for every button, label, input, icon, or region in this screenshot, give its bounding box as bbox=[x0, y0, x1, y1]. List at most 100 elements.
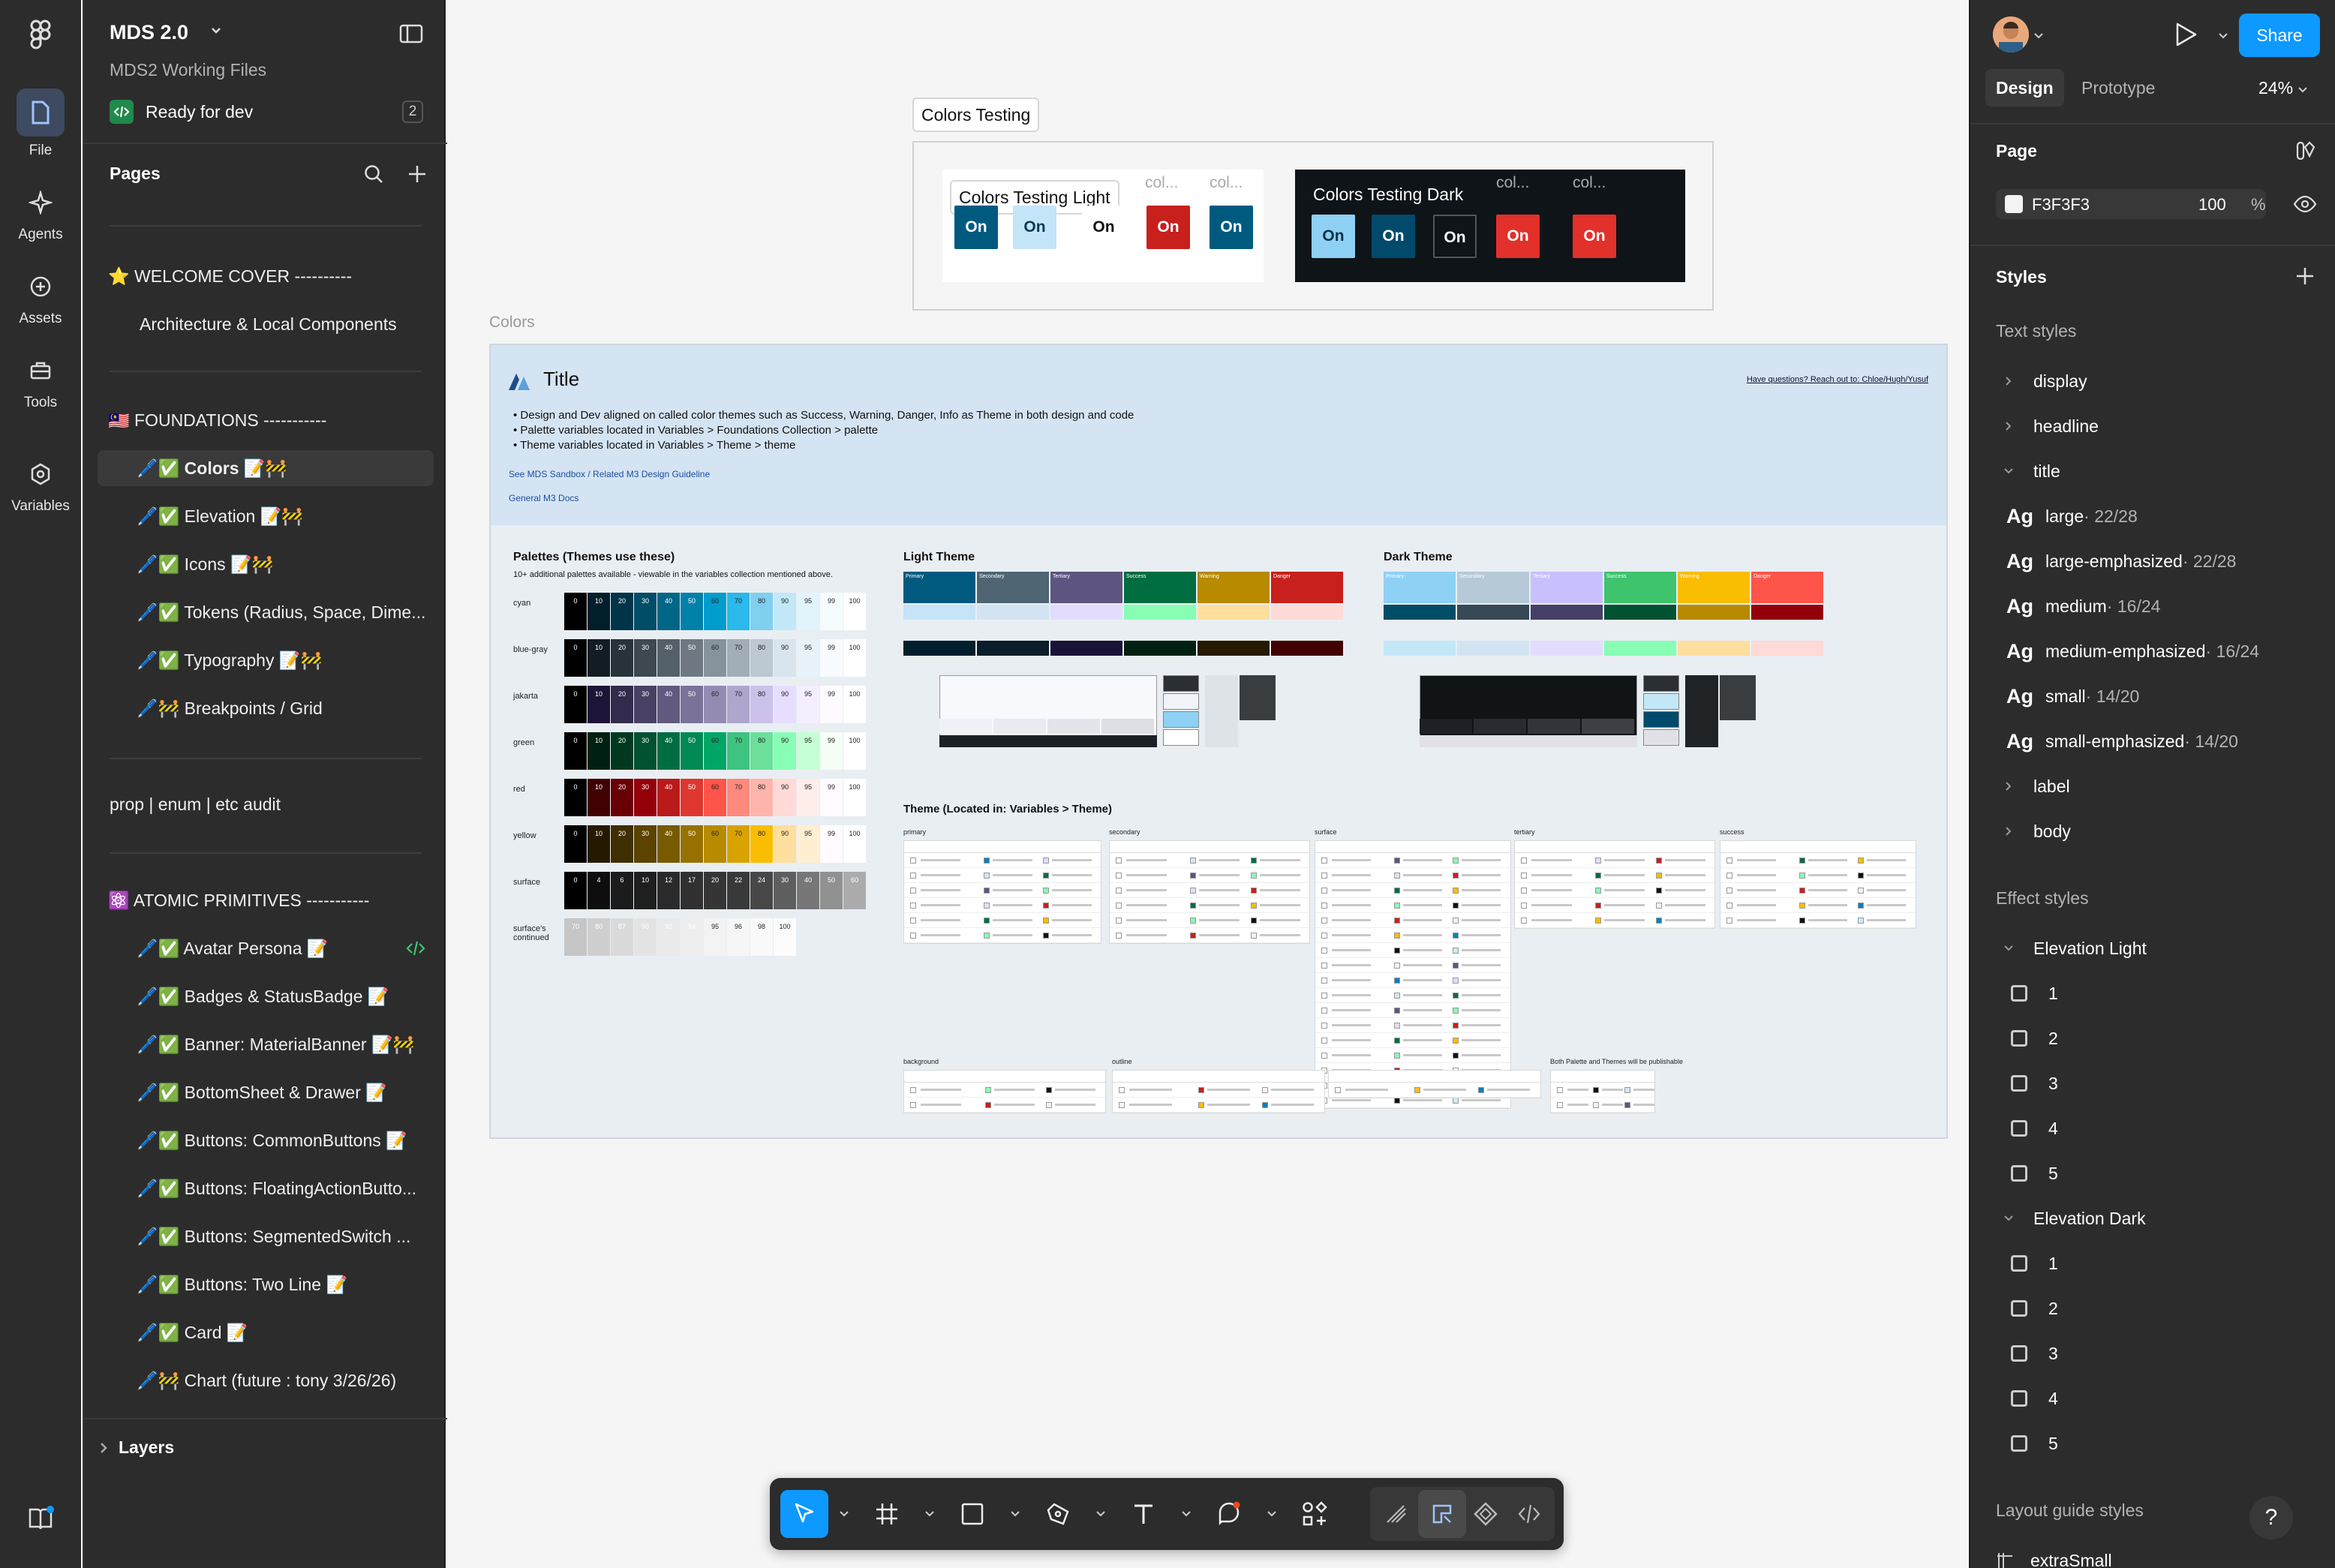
theme-swatch[interactable] bbox=[1271, 641, 1343, 656]
palette-swatch[interactable]: 90 bbox=[774, 732, 796, 770]
theme-swatch[interactable]: Warning bbox=[1678, 572, 1750, 603]
page-item[interactable]: 🖊️✅ Icons 📝🚧 bbox=[98, 546, 434, 582]
palette-swatch[interactable]: 50 bbox=[681, 593, 703, 630]
palette-swatch[interactable]: 30 bbox=[634, 639, 657, 677]
theme-swatch[interactable] bbox=[1198, 641, 1270, 656]
add-page-icon[interactable] bbox=[407, 164, 428, 188]
palette-swatch[interactable]: 40 bbox=[657, 686, 680, 723]
palette-swatch[interactable]: 90 bbox=[774, 825, 796, 863]
contact-link[interactable]: Have questions? Reach out to: Chloe/Hugh… bbox=[1747, 375, 1928, 384]
palette-swatch[interactable]: 100 bbox=[843, 779, 866, 816]
effect-style-item[interactable]: 4 bbox=[1996, 1113, 2326, 1143]
rail-item-variables[interactable]: Variables bbox=[0, 450, 81, 515]
frame-label-colors[interactable]: Colors bbox=[489, 314, 535, 332]
table-row[interactable] bbox=[1515, 883, 1714, 898]
page-item[interactable]: 🖊️✅ Avatar Persona 📝 bbox=[98, 930, 398, 966]
theme-swatch[interactable] bbox=[1384, 641, 1456, 656]
theme-table[interactable] bbox=[1720, 840, 1916, 929]
file-title[interactable]: MDS 2.0 bbox=[110, 21, 188, 44]
surface-swatch[interactable] bbox=[1420, 735, 1637, 747]
actions-tool-button[interactable] bbox=[1291, 1490, 1339, 1538]
on-swatch[interactable]: On bbox=[1082, 206, 1125, 249]
theme-swatch[interactable] bbox=[1678, 641, 1750, 656]
text-style-group-body[interactable]: body bbox=[1996, 816, 2326, 846]
text-style-small[interactable]: Ag small · 14/20 bbox=[1996, 681, 2326, 711]
colors-testing-light-frame[interactable]: Colors Testing Light col... col... On On… bbox=[942, 170, 1264, 282]
page-item[interactable]: 🖊️✅ Buttons: CommonButtons 📝 bbox=[98, 1122, 434, 1158]
text-style-group-headline[interactable]: headline bbox=[1996, 411, 2326, 441]
palette-swatch[interactable]: 50 bbox=[681, 825, 703, 863]
theme-swatch[interactable]: Tertiary bbox=[1050, 572, 1122, 603]
dev-mode-button[interactable] bbox=[1505, 1490, 1553, 1538]
palette-swatch[interactable]: 99 bbox=[820, 686, 843, 723]
effect-style-item[interactable]: 3 bbox=[1996, 1338, 2326, 1368]
on-swatch[interactable]: On bbox=[1573, 215, 1616, 258]
table-row[interactable] bbox=[1110, 853, 1309, 868]
palette-swatch[interactable]: 10 bbox=[588, 779, 610, 816]
chevron-down-icon[interactable] bbox=[2218, 30, 2228, 44]
palette-swatch[interactable]: 20 bbox=[611, 593, 633, 630]
page-item[interactable]: 🖊️✅ Buttons: FloatingActionButto... bbox=[98, 1170, 434, 1206]
scrim-swatch[interactable] bbox=[1205, 675, 1238, 747]
variables-mode-icon[interactable] bbox=[2294, 140, 2317, 166]
rail-item-tools[interactable]: Tools bbox=[0, 347, 81, 411]
theme-swatch[interactable] bbox=[1531, 641, 1603, 656]
table-row[interactable] bbox=[1315, 943, 1510, 958]
palette-swatch[interactable]: 60 bbox=[704, 779, 726, 816]
colors-testing-dark-frame[interactable]: col... col... Colors Testing Dark On On … bbox=[1295, 170, 1685, 282]
color-swatch[interactable] bbox=[2005, 195, 2023, 213]
table-row[interactable] bbox=[1315, 853, 1510, 868]
scrim-swatch[interactable] bbox=[1720, 675, 1756, 720]
scrim-swatch[interactable] bbox=[1685, 675, 1718, 747]
palette-swatch[interactable]: 70 bbox=[727, 593, 750, 630]
palette-swatch[interactable]: 40 bbox=[657, 825, 680, 863]
chevron-down-icon[interactable] bbox=[1267, 1508, 1277, 1521]
effect-style-item[interactable]: 4 bbox=[1996, 1383, 2326, 1413]
palette-swatch[interactable]: 0 bbox=[564, 732, 587, 770]
theme-swatch[interactable]: Secondary bbox=[977, 572, 1049, 603]
frame-tag-dark[interactable]: Colors Testing Dark bbox=[1313, 185, 1463, 205]
page-color-hex[interactable]: F3F3F3 bbox=[2032, 195, 2090, 215]
palette-swatch[interactable]: 80 bbox=[750, 732, 773, 770]
table-row[interactable] bbox=[1315, 988, 1510, 1003]
theme-swatch[interactable] bbox=[1604, 605, 1676, 620]
palette-swatch[interactable]: 70 bbox=[727, 825, 750, 863]
page-item[interactable]: prop | enum | etc audit bbox=[98, 786, 434, 822]
palette-swatch[interactable]: 100 bbox=[843, 732, 866, 770]
surface-swatch[interactable] bbox=[1474, 719, 1526, 734]
palette-swatch[interactable]: 10 bbox=[588, 825, 610, 863]
palette-swatch[interactable]: 6 bbox=[611, 872, 633, 909]
palette-swatch[interactable]: 50 bbox=[681, 732, 703, 770]
table-row[interactable] bbox=[1720, 868, 1916, 883]
theme-swatch[interactable]: Primary bbox=[903, 572, 975, 603]
table-row[interactable] bbox=[1551, 1083, 1654, 1098]
effect-style-item[interactable]: 2 bbox=[1996, 1293, 2326, 1323]
text-tool-button[interactable] bbox=[1119, 1490, 1168, 1538]
theme-swatch[interactable] bbox=[1124, 605, 1196, 620]
palette-swatch[interactable]: 95 bbox=[797, 825, 819, 863]
palette-swatch[interactable]: 80 bbox=[750, 825, 773, 863]
theme-swatch[interactable] bbox=[1124, 641, 1196, 656]
theme-swatch[interactable] bbox=[903, 605, 975, 620]
palette-swatch[interactable]: 96 bbox=[727, 918, 750, 956]
palette-swatch[interactable]: 0 bbox=[564, 593, 587, 630]
palette-swatch[interactable]: 12 bbox=[657, 872, 680, 909]
palette-swatch[interactable]: 70 bbox=[727, 732, 750, 770]
on-swatch[interactable]: On bbox=[1372, 215, 1415, 258]
surface-swatch[interactable] bbox=[939, 735, 1157, 747]
effect-style-item[interactable]: 1 bbox=[1996, 1248, 2326, 1278]
page-item[interactable]: ⚛️ ATOMIC PRIMITIVES ----------- bbox=[98, 882, 434, 918]
palette-swatch[interactable]: 22 bbox=[727, 872, 750, 909]
page-item[interactable]: 🇲🇾 FOUNDATIONS ----------- bbox=[98, 402, 434, 438]
surface-swatch[interactable] bbox=[993, 719, 1046, 734]
rail-item-agents[interactable]: Agents bbox=[0, 179, 81, 243]
palette-swatch[interactable]: 50 bbox=[820, 872, 843, 909]
page-opacity[interactable]: 100 bbox=[2198, 195, 2226, 215]
palette-swatch[interactable]: 10 bbox=[588, 686, 610, 723]
text-style-group-title[interactable]: title bbox=[1996, 456, 2326, 486]
theme-table[interactable] bbox=[1112, 1070, 1325, 1113]
chevron-down-icon[interactable] bbox=[1010, 1508, 1020, 1521]
theme-swatch[interactable]: Warning bbox=[1198, 572, 1270, 603]
inverse-swatch[interactable] bbox=[1163, 711, 1199, 728]
theme-table[interactable] bbox=[1328, 1070, 1541, 1098]
